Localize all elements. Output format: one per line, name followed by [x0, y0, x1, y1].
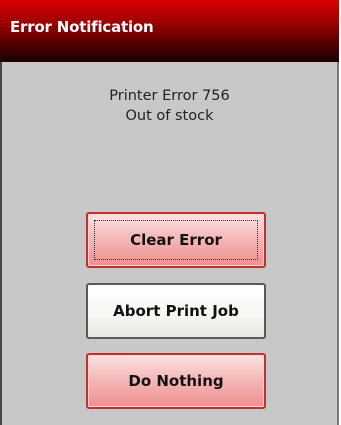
- error-message: Printer Error 756 Out of stock: [0, 86, 339, 126]
- title-bar: Error Notification: [0, 0, 339, 62]
- abort-print-job-button[interactable]: Abort Print Job: [86, 283, 266, 339]
- clear-error-button[interactable]: Clear Error: [86, 212, 266, 268]
- error-code-text: Printer Error 756: [109, 88, 230, 104]
- clear-error-label: Clear Error: [130, 231, 222, 249]
- do-nothing-button[interactable]: Do Nothing: [86, 353, 266, 409]
- error-notification-dialog: Error Notification Printer Error 756 Out…: [0, 0, 339, 425]
- do-nothing-label: Do Nothing: [128, 372, 224, 390]
- dialog-title: Error Notification: [10, 18, 154, 36]
- error-detail-text: Out of stock: [125, 108, 214, 124]
- abort-print-job-label: Abort Print Job: [113, 302, 239, 320]
